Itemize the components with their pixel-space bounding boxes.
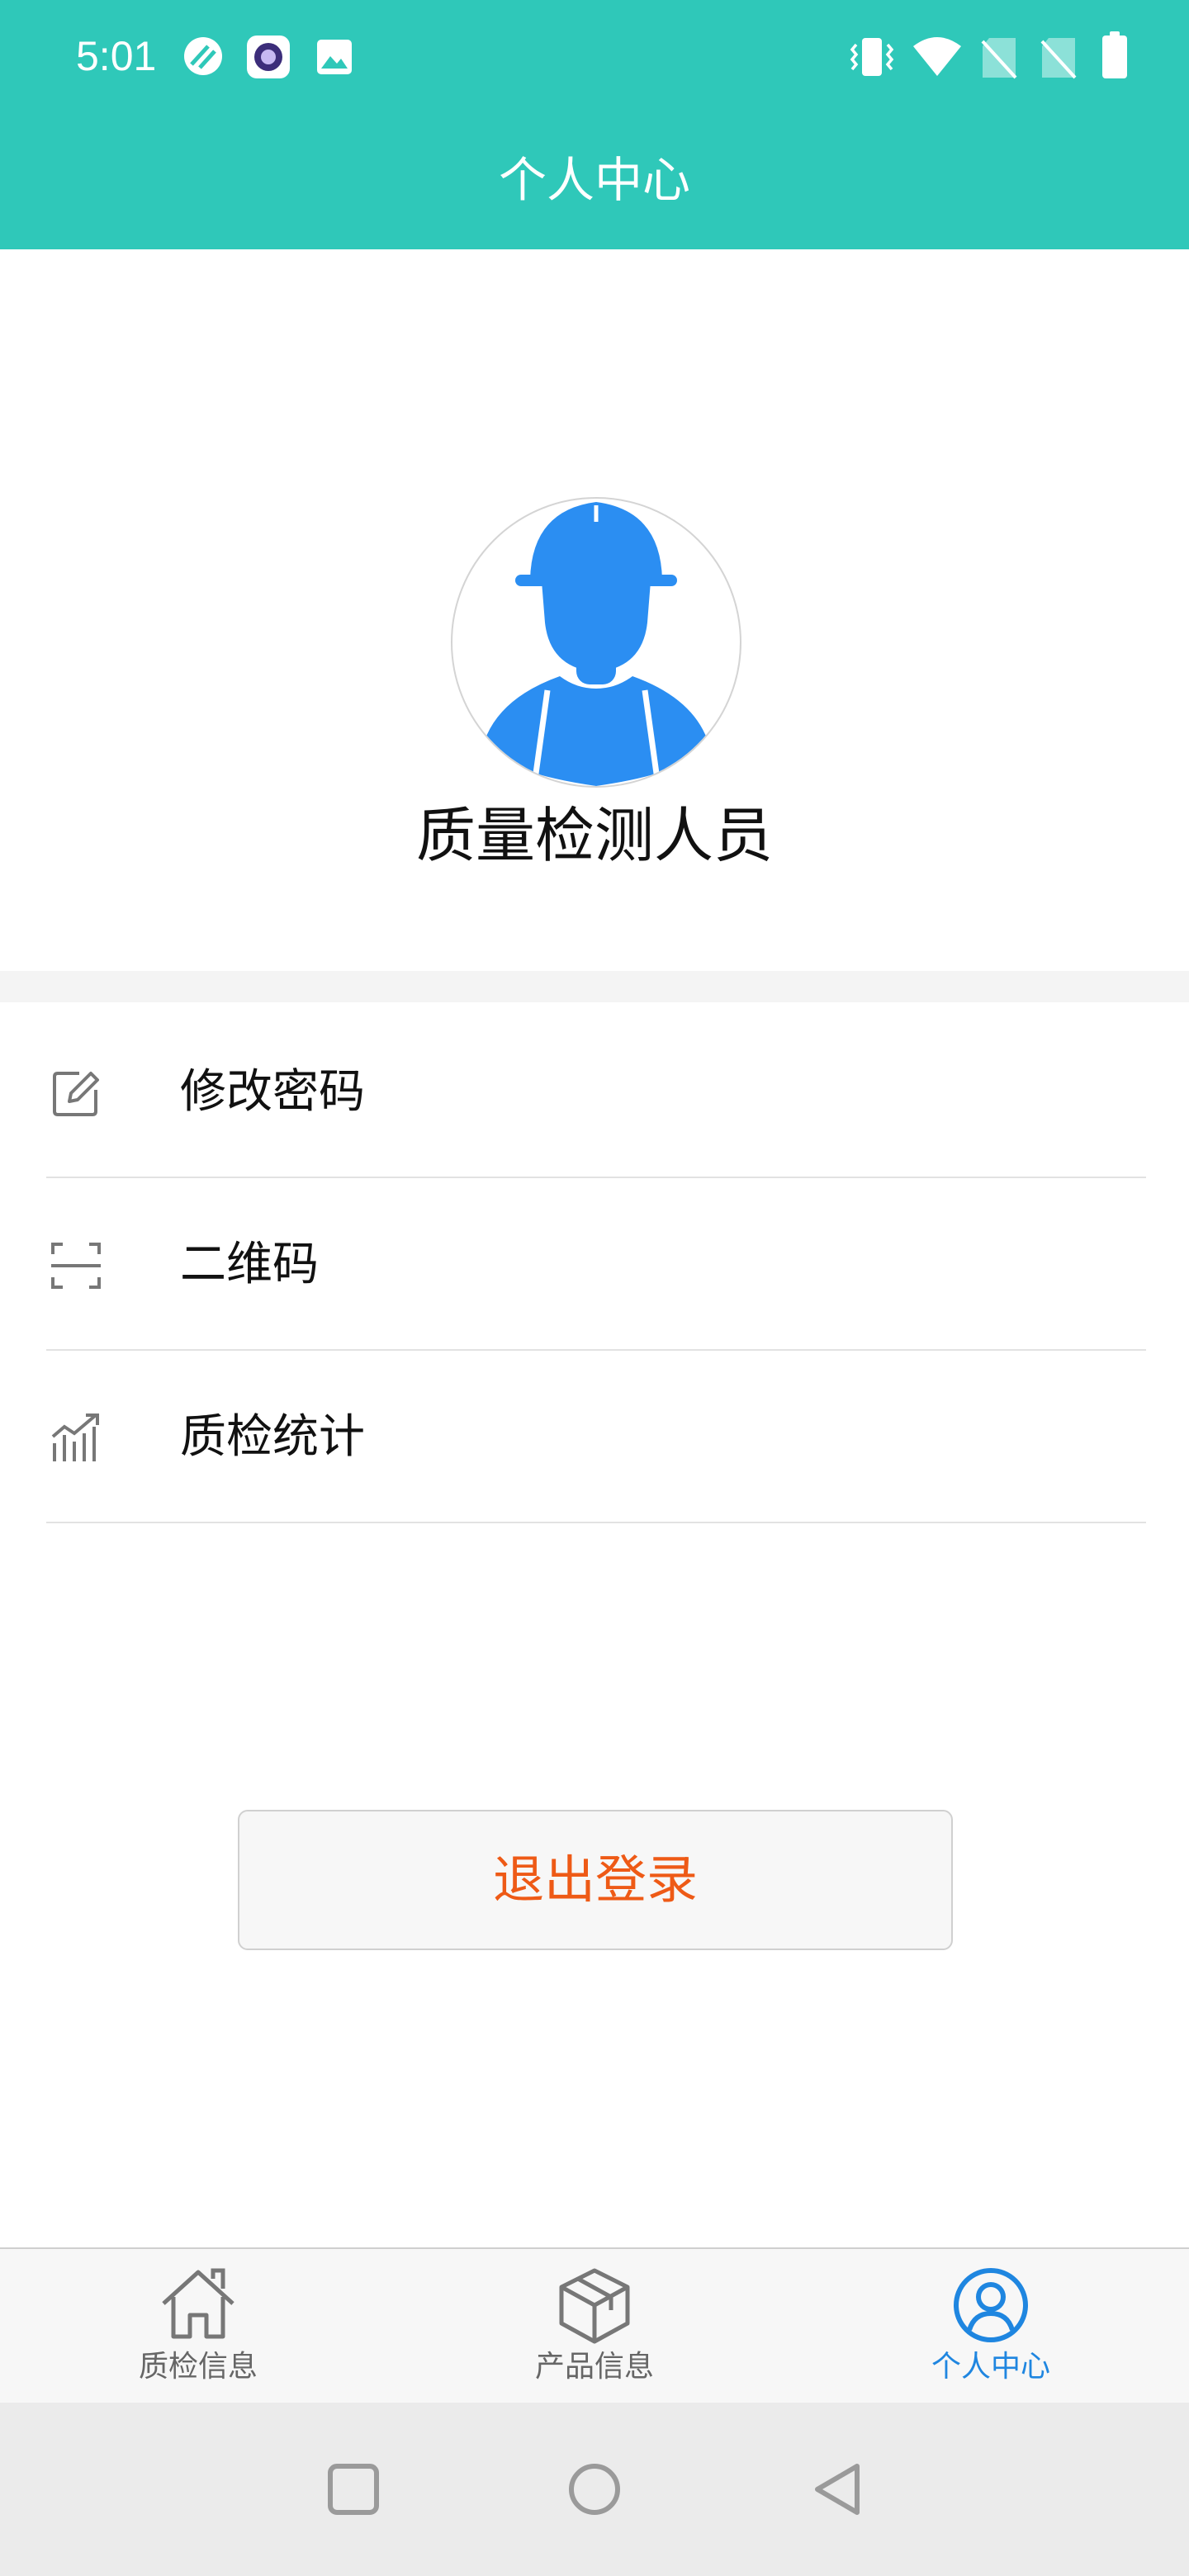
- home-icon: [162, 2268, 234, 2339]
- top-bar: 5:01 个人中心: [0, 0, 1189, 249]
- avatar[interactable]: [451, 497, 741, 788]
- system-nav-bar: [0, 2403, 1189, 2576]
- edit-icon: [53, 1072, 99, 1116]
- stats-icon: [51, 1413, 99, 1461]
- tab-label: 个人中心: [931, 2350, 1050, 2384]
- page-title: 个人中心: [498, 152, 690, 208]
- menu-item-qr-code[interactable]: 二维码: [46, 1178, 1146, 1351]
- user-circle-icon: [954, 2268, 1028, 2342]
- tab-product-info[interactable]: 产品信息: [396, 2249, 793, 2404]
- bottom-tab-bar: 质检信息 产品信息 个人中心: [0, 2247, 1189, 2403]
- worker-avatar-icon: [486, 502, 707, 786]
- menu-item-label: 质检统计: [180, 1410, 365, 1464]
- tab-label: 质检信息: [138, 2350, 258, 2384]
- no-sim-icon: [981, 38, 1017, 79]
- recents-square-icon[interactable]: [320, 2456, 386, 2522]
- scan-icon: [51, 1243, 101, 1289]
- section-divider: [0, 971, 1189, 1002]
- menu-item-change-password[interactable]: 修改密码: [46, 1006, 1146, 1178]
- home-circle-icon[interactable]: [561, 2456, 628, 2522]
- tab-qc-info[interactable]: 质检信息: [0, 2249, 396, 2404]
- wifi-icon: [913, 37, 961, 76]
- box-icon: [559, 2268, 630, 2344]
- no-sim-icon: [1040, 38, 1077, 79]
- menu-item-qc-statistics[interactable]: 质检统计: [46, 1351, 1146, 1523]
- tab-label: 产品信息: [534, 2350, 654, 2384]
- app-notification-icon: [247, 36, 290, 78]
- profile-name: 质量检测人员: [415, 801, 773, 870]
- data-saver-icon: [184, 37, 222, 75]
- menu-item-label: 修改密码: [180, 1065, 365, 1119]
- profile-section: 质量检测人员: [0, 249, 1189, 971]
- logout-button[interactable]: 退出登录: [238, 1810, 953, 1950]
- vibrate-icon: [850, 38, 894, 76]
- menu-item-label: 二维码: [180, 1238, 319, 1291]
- status-time: 5:01: [76, 33, 157, 79]
- tab-personal-center[interactable]: 个人中心: [793, 2249, 1189, 2404]
- back-triangle-icon[interactable]: [806, 2456, 872, 2522]
- screen: 5:01 个人中心 质量检测人员 修改密码 二维码 质检统计 退出登录 质检信息…: [0, 0, 1189, 2576]
- battery-icon: [1102, 31, 1127, 78]
- image-notification-icon: [317, 40, 352, 74]
